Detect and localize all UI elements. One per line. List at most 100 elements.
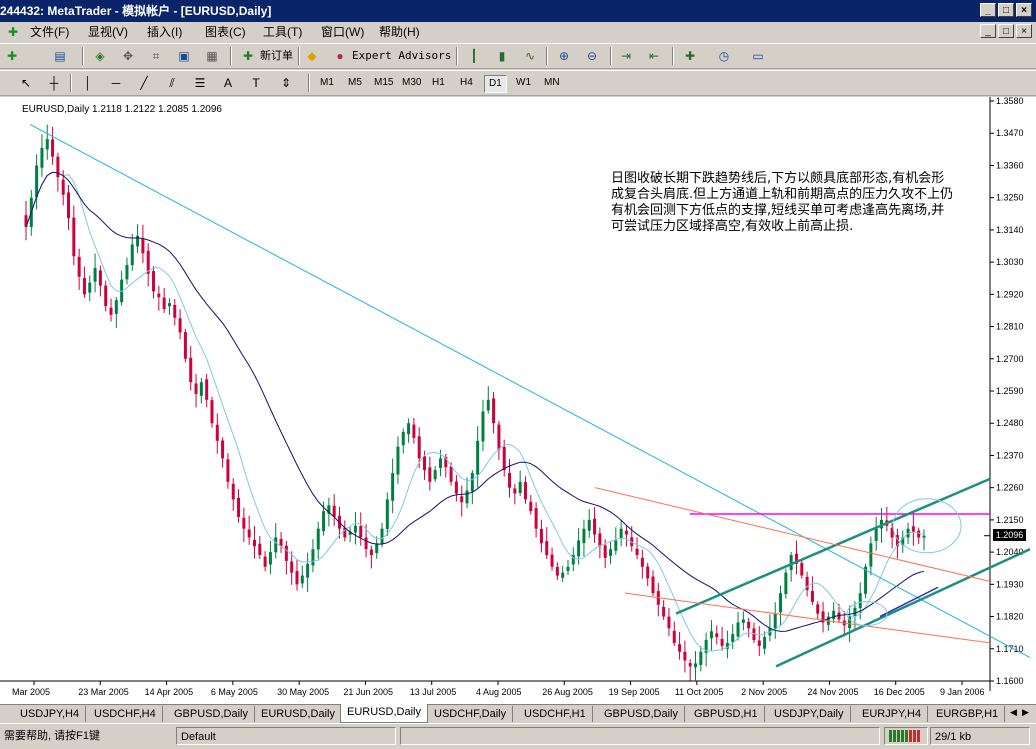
templates-icon[interactable]: ▭: [748, 47, 768, 65]
tab-scroll-left-icon[interactable]: ◀: [1010, 707, 1017, 718]
timeframe-w1[interactable]: W1: [512, 75, 535, 91]
menu-help[interactable]: 帮助(H): [377, 24, 422, 40]
candle-body: [67, 192, 71, 219]
text-icon[interactable]: A: [218, 74, 238, 92]
timeframe-h4[interactable]: H4: [456, 75, 477, 91]
candle-body: [492, 398, 496, 424]
candle-body: [523, 482, 527, 500]
candle-body: [454, 481, 458, 494]
profiles-icon[interactable]: ▤: [50, 47, 70, 65]
timeframe-h1[interactable]: H1: [428, 75, 449, 91]
metaeditor-icon[interactable]: ◆: [302, 47, 322, 65]
menu-window[interactable]: 窗口(W): [319, 24, 366, 40]
mdi-restore-button[interactable]: □: [998, 24, 1014, 38]
text-label-icon[interactable]: T: [246, 74, 266, 92]
candle-body: [231, 483, 235, 500]
line-chart-icon[interactable]: ∿: [520, 47, 540, 65]
tab-usdchf-daily[interactable]: USDCHF,Daily: [428, 706, 514, 722]
candle-body: [529, 501, 533, 512]
tester-icon[interactable]: ▦: [202, 47, 222, 65]
candle-body: [619, 528, 623, 539]
timeframe-m1[interactable]: M1: [316, 75, 338, 91]
vertical-line-icon[interactable]: │: [78, 74, 98, 92]
candle-body: [183, 332, 187, 359]
app-icon[interactable]: ✚: [6, 24, 20, 40]
candle-body: [428, 467, 432, 482]
candle-body: [215, 424, 219, 441]
indicators-icon[interactable]: ✚: [680, 47, 700, 65]
candle-body: [274, 537, 278, 553]
bar-chart-icon[interactable]: ┃: [464, 47, 484, 65]
timeframe-m15[interactable]: M15: [370, 75, 397, 91]
menu-file[interactable]: 文件(F): [28, 24, 71, 40]
data-window-icon[interactable]: ✥: [118, 47, 138, 65]
market-watch-icon[interactable]: ◈: [90, 47, 110, 65]
tab-usdchf-h1[interactable]: USDCHF,H1: [518, 706, 593, 722]
candle-body: [295, 571, 299, 585]
new-order-icon[interactable]: ✚: [238, 47, 258, 65]
timeframe-m30[interactable]: M30: [398, 75, 425, 91]
price-tick-label: 1.2260: [996, 483, 1024, 493]
date-tick-label: 9 Jan 2006: [940, 687, 985, 697]
candle-body: [311, 549, 315, 566]
candle-body: [152, 271, 156, 292]
candlestick-icon[interactable]: ▮: [492, 47, 512, 65]
date-tick-label: 26 Aug 2005: [542, 687, 593, 697]
candle-body: [61, 179, 65, 195]
tab-eurjpy-h4[interactable]: EURJPY,H4: [856, 706, 929, 722]
tab-usdjpy-daily[interactable]: USDJPY,Daily: [768, 706, 851, 722]
candle-body: [284, 545, 288, 561]
terminal-icon[interactable]: ▣: [174, 47, 194, 65]
channel-icon[interactable]: ⫽: [162, 74, 182, 92]
timeframe-d1[interactable]: D1: [484, 75, 507, 93]
tab-gbpusd-daily[interactable]: GBPUSD,Daily: [168, 706, 255, 722]
mdi-close-button[interactable]: ×: [1016, 24, 1032, 38]
crosshair-icon[interactable]: ┼: [44, 74, 64, 92]
expert-advisors-button[interactable]: Expert Advisors: [352, 47, 451, 65]
tab-usdchf-h4[interactable]: USDCHF,H4: [88, 706, 163, 722]
tab-scroll-right-icon[interactable]: ▶: [1022, 707, 1029, 718]
cursor-icon[interactable]: ↖: [16, 74, 36, 92]
candle-body: [587, 519, 591, 531]
timeframe-m5[interactable]: M5: [344, 75, 366, 91]
close-button[interactable]: ×: [1016, 3, 1032, 17]
trendline-icon[interactable]: ╱: [134, 74, 154, 92]
candle-body: [534, 508, 538, 529]
menu-charts[interactable]: 图表(C): [203, 24, 248, 40]
zoom-in-icon[interactable]: ⊕: [554, 47, 574, 65]
tab-eurgbp-h1[interactable]: EURGBP,H1: [930, 706, 1006, 722]
tab-usdjpy-h4[interactable]: USDJPY,H4: [14, 706, 87, 722]
menu-insert[interactable]: 插入(I): [145, 24, 184, 40]
arrows-icon[interactable]: ⇕: [276, 74, 296, 92]
menu-tools[interactable]: 工具(T): [261, 24, 304, 40]
maximize-button[interactable]: □: [998, 3, 1014, 17]
drawing-toolbar: ↖ ┼ │ ─ ╱ ⫽ ☰ A T ⇕ M1 M5 M15 M30 H1 H4 …: [0, 70, 1036, 96]
new-order-button[interactable]: 新订单: [260, 47, 293, 65]
candle-body: [497, 424, 501, 450]
timeframe-mn[interactable]: MN: [540, 75, 564, 91]
zoom-out-icon[interactable]: ⊖: [582, 47, 602, 65]
chart-shift-icon[interactable]: ⇤: [644, 47, 664, 65]
tab-gbpusd-h1[interactable]: GBPUSD,H1: [688, 706, 765, 722]
candle-body: [130, 244, 134, 266]
status-bar: 需要帮助, 请按F1键 Default 29/1 kb: [0, 723, 1036, 749]
candle-body: [699, 651, 703, 666]
mdi-minimize-button[interactable]: _: [980, 24, 996, 38]
navigator-icon[interactable]: ⌗: [146, 47, 166, 65]
periods-icon[interactable]: ◷: [714, 47, 734, 65]
menu-view[interactable]: 显视(V): [86, 24, 130, 40]
toolbar-separator: [70, 74, 72, 92]
tab-gbpusd-daily-2[interactable]: GBPUSD,Daily: [598, 706, 685, 722]
candle-body: [917, 530, 921, 538]
expert-advisors-icon[interactable]: ●: [330, 47, 350, 65]
chart-annotation[interactable]: 日图收破长期下跌趋势线后,下方以颇具底部形态,有机会形成复合头肩底.但上方通道上…: [609, 165, 954, 290]
minimize-button[interactable]: _: [980, 3, 996, 17]
candle-body: [853, 607, 857, 616]
horizontal-line-icon[interactable]: ─: [106, 74, 126, 92]
new-chart-icon[interactable]: ✚: [2, 47, 22, 65]
auto-scroll-icon[interactable]: ⇥: [616, 47, 636, 65]
tab-eurusd-daily-active[interactable]: EURUSD,Daily: [340, 704, 428, 723]
tab-eurusd-daily[interactable]: EURUSD,Daily: [255, 706, 342, 722]
fibonacci-icon[interactable]: ☰: [190, 74, 210, 92]
price-tick-label: 1.3250: [996, 193, 1024, 203]
